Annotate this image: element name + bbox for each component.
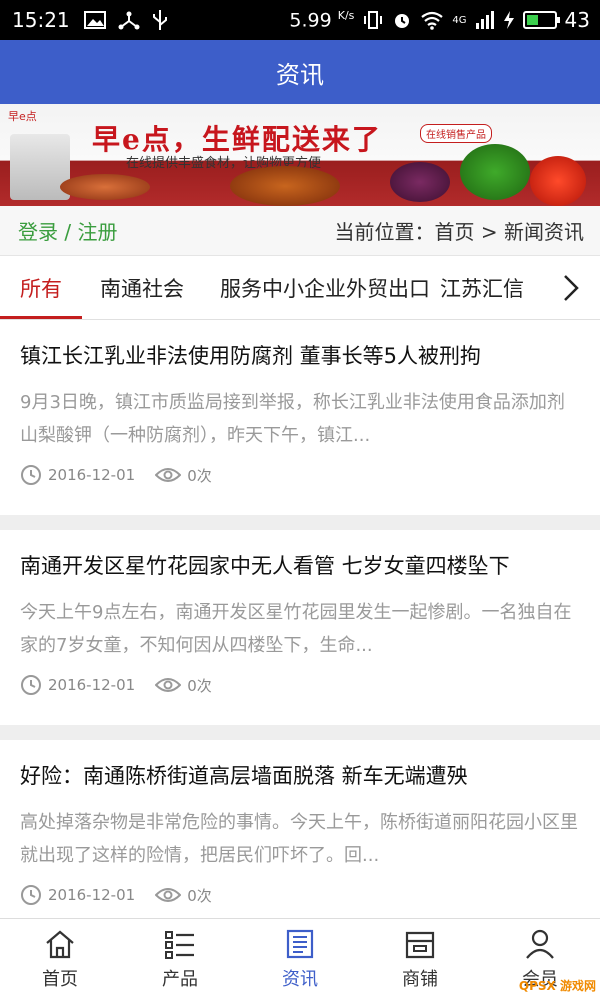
promo-banner[interactable]: 早e点 早e点，生鲜配送来了 在线提供丰盛食材，让购物更方便 在线销售产品	[0, 104, 600, 206]
nav-home[interactable]: 首页	[0, 919, 120, 1000]
banner-food-image	[230, 166, 340, 206]
news-summary: 今天上午9点左右，南通开发区星竹花园里发生一起惨剧。一名独自在家的7岁女童，不知…	[20, 602, 572, 656]
nav-products[interactable]: 产品	[120, 919, 240, 1000]
news-icon	[286, 929, 314, 958]
divider	[0, 725, 600, 740]
clock-icon	[21, 885, 41, 905]
crumb-separator: /	[64, 220, 72, 244]
news-title[interactable]: 南通开发区星竹花园家中无人看管 七岁女童四楼坠下	[20, 548, 580, 584]
bottom-nav: 首页 产品 资讯 商铺 会员 QPSX 游戏网	[0, 918, 600, 1000]
network-type: 4G	[452, 14, 467, 26]
news-date: 2016-12-01	[48, 466, 136, 484]
watermark: QPSX 游戏网	[518, 979, 596, 993]
list-item[interactable]: 镇江长江乳业非法使用防腐剂 董事长等5人被刑拘 9月3日晚，镇江市质监局接到举报…	[0, 320, 600, 515]
list-icon	[165, 930, 194, 959]
banner-food-image	[60, 174, 150, 200]
usb-icon	[152, 10, 167, 30]
vibrate-icon	[364, 11, 383, 29]
image-icon	[83, 11, 106, 29]
battery-icon	[522, 11, 560, 29]
banner-brand: 早e点	[8, 110, 37, 123]
nav-label: 产品	[162, 968, 198, 990]
banner-food-image	[530, 156, 586, 206]
wifi-icon	[421, 11, 444, 30]
news-meta: 2016-12-01 0次	[20, 884, 580, 906]
news-views: 0次	[187, 466, 212, 485]
nav-label: 资讯	[282, 968, 318, 990]
home-icon	[46, 930, 74, 958]
clock-icon	[21, 465, 41, 485]
news-date: 2016-12-01	[48, 676, 136, 694]
list-item[interactable]: 好险：南通陈桥街道高层墙面脱落 新车无端遭殃 高处掉落杂物是非常危险的事情。今天…	[0, 740, 600, 935]
signal-icon	[475, 11, 494, 29]
share-icon	[118, 11, 140, 30]
tab-all[interactable]: 所有	[0, 256, 82, 319]
news-summary: 9月3日晚，镇江市质监局接到举报，称长江乳业非法使用食品添加剂山梨酸钾（一种防腐…	[20, 392, 565, 446]
battery-level: 43	[564, 8, 590, 32]
chevron-right-icon	[564, 274, 579, 301]
banner-food-image	[460, 144, 530, 200]
news-meta: 2016-12-01 0次	[20, 674, 580, 696]
eye-icon	[155, 468, 182, 482]
status-bar: 15:21 5.99 K/s 4G 43	[0, 0, 600, 40]
status-time: 15:21	[12, 8, 70, 32]
banner-food-image	[390, 162, 450, 202]
tabs-scroll-right-button[interactable]	[542, 256, 600, 319]
list-item[interactable]: 南通开发区星竹花园家中无人看管 七岁女童四楼坠下 今天上午9点左右，南通开发区星…	[0, 530, 600, 725]
news-summary: 高处掉落杂物是非常危险的事情。今天上午，陈桥街道丽阳花园小区里就出现了这样的险情…	[20, 812, 578, 866]
page-title: 资讯	[276, 60, 324, 89]
nav-shop[interactable]: 商铺	[360, 919, 480, 1000]
charging-icon	[503, 11, 514, 29]
nav-label: 商铺	[402, 968, 438, 990]
tab-jiangsu-huixin[interactable]: 江苏汇信	[436, 256, 542, 319]
news-title[interactable]: 好险：南通陈桥街道高层墙面脱落 新车无端遭殃	[20, 758, 580, 794]
news-list: 镇江长江乳业非法使用防腐剂 董事长等5人被刑拘 9月3日晚，镇江市质监局接到举报…	[0, 320, 600, 935]
news-title[interactable]: 镇江长江乳业非法使用防腐剂 董事长等5人被刑拘	[20, 338, 580, 374]
category-tabs: 所有 南通社会 服务中小企业外贸出口 江苏汇信	[0, 256, 600, 320]
breadcrumb: 当前位置：首页 > 新闻资讯	[334, 220, 584, 244]
news-views: 0次	[187, 886, 212, 905]
news-views: 0次	[187, 676, 212, 695]
app-header: 资讯	[0, 40, 600, 104]
user-icon	[526, 929, 554, 959]
tab-trade-export[interactable]: 服务中小企业外贸出口	[202, 256, 436, 319]
banner-tag: 在线销售产品	[420, 124, 492, 143]
register-link[interactable]: 注册	[77, 220, 117, 244]
news-date: 2016-12-01	[48, 886, 136, 904]
news-meta: 2016-12-01 0次	[20, 464, 580, 486]
nav-news[interactable]: 资讯	[240, 919, 360, 1000]
tab-nantong-society[interactable]: 南通社会	[82, 256, 202, 319]
login-register: 登录 / 注册	[18, 216, 117, 245]
eye-icon	[155, 888, 182, 902]
network-speed: 5.99 K/s	[289, 8, 355, 32]
alarm-icon	[395, 14, 410, 28]
breadcrumb-bar: 登录 / 注册 当前位置：首页 > 新闻资讯	[0, 206, 600, 256]
divider	[0, 515, 600, 530]
shop-icon	[405, 931, 435, 958]
clock-icon	[21, 675, 41, 695]
eye-icon	[155, 678, 182, 692]
login-link[interactable]: 登录	[18, 220, 58, 244]
nav-label: 首页	[42, 968, 78, 990]
